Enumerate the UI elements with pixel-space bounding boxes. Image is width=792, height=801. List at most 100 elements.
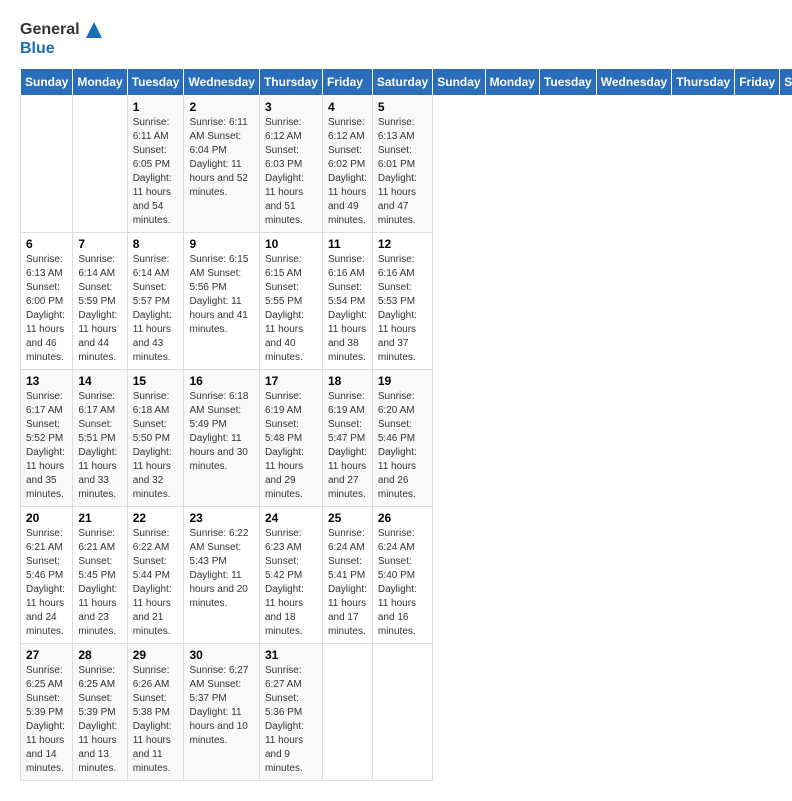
header-row: SundayMondayTuesdayWednesdayThursdayFrid… [21,68,792,95]
day-info: Sunrise: 6:25 AM Sunset: 5:39 PM Dayligh… [26,664,67,776]
day-cell: 22 Sunrise: 6:22 AM Sunset: 5:44 PM Dayli… [127,506,184,643]
day-number: 4 [328,100,367,114]
day-cell: 5 Sunrise: 6:13 AM Sunset: 6:01 PM Daylig… [372,95,432,232]
col-header-wednesday: Wednesday [184,68,259,95]
logo-general: General [20,20,104,40]
day-info: Sunrise: 6:11 AM Sunset: 6:05 PM Dayligh… [133,116,179,228]
day-number: 19 [378,374,427,388]
day-number: 28 [78,648,121,662]
day-number: 13 [26,374,67,388]
col-header-saturday: Saturday [372,68,432,95]
day-number: 23 [189,511,253,525]
col-header-monday: Monday [73,68,127,95]
day-info: Sunrise: 6:20 AM Sunset: 5:46 PM Dayligh… [378,390,427,502]
day-cell [21,95,73,232]
col-header-sunday: Sunday [21,68,73,95]
col-header-thursday: Thursday [259,68,322,95]
day-cell: 18 Sunrise: 6:19 AM Sunset: 5:47 PM Dayli… [322,369,372,506]
day-cell: 6 Sunrise: 6:13 AM Sunset: 6:00 PM Daylig… [21,232,73,369]
day-info: Sunrise: 6:24 AM Sunset: 5:41 PM Dayligh… [328,527,367,639]
day-cell [73,95,127,232]
day-cell: 9 Sunrise: 6:15 AM Sunset: 5:56 PM Daylig… [184,232,259,369]
day-number: 29 [133,648,179,662]
col-header-tuesday: Tuesday [127,68,184,95]
day-info: Sunrise: 6:13 AM Sunset: 6:00 PM Dayligh… [26,253,67,365]
day-number: 27 [26,648,67,662]
day-cell: 31Sunrise: 6:27 AM Sunset: 5:36 PM Dayli… [259,643,322,780]
day-number: 18 [328,374,367,388]
col-header-saturday: Saturday [780,68,792,95]
day-cell: 19 Sunrise: 6:20 AM Sunset: 5:46 PM Dayli… [372,369,432,506]
day-number: 1 [133,100,179,114]
day-cell: 7 Sunrise: 6:14 AM Sunset: 5:59 PM Daylig… [73,232,127,369]
day-number: 7 [78,237,121,251]
col-header-sunday: Sunday [433,68,485,95]
day-info: Sunrise: 6:11 AM Sunset: 6:04 PM Dayligh… [189,116,253,200]
day-info: Sunrise: 6:16 AM Sunset: 5:54 PM Dayligh… [328,253,367,365]
day-cell: 2 Sunrise: 6:11 AM Sunset: 6:04 PM Daylig… [184,95,259,232]
day-info: Sunrise: 6:17 AM Sunset: 5:51 PM Dayligh… [78,390,121,502]
day-number: 16 [189,374,253,388]
day-number: 11 [328,237,367,251]
day-cell: 28Sunrise: 6:25 AM Sunset: 5:39 PM Dayli… [73,643,127,780]
day-cell: 20 Sunrise: 6:21 AM Sunset: 5:46 PM Dayli… [21,506,73,643]
day-info: Sunrise: 6:21 AM Sunset: 5:45 PM Dayligh… [78,527,121,639]
day-cell: 24Sunrise: 6:23 AM Sunset: 5:42 PM Dayli… [259,506,322,643]
day-cell: 29 Sunrise: 6:26 AM Sunset: 5:38 PM Dayli… [127,643,184,780]
col-header-friday: Friday [735,68,780,95]
day-info: Sunrise: 6:14 AM Sunset: 5:59 PM Dayligh… [78,253,121,365]
week-row-1: 1 Sunrise: 6:11 AM Sunset: 6:05 PM Daylig… [21,95,792,232]
day-cell: 1 Sunrise: 6:11 AM Sunset: 6:05 PM Daylig… [127,95,184,232]
day-cell: 13Sunrise: 6:17 AM Sunset: 5:52 PM Dayli… [21,369,73,506]
day-number: 20 [26,511,67,525]
day-number: 14 [78,374,121,388]
day-number: 9 [189,237,253,251]
day-info: Sunrise: 6:19 AM Sunset: 5:47 PM Dayligh… [328,390,367,502]
week-row-3: 13Sunrise: 6:17 AM Sunset: 5:52 PM Dayli… [21,369,792,506]
day-cell [372,643,432,780]
day-info: Sunrise: 6:13 AM Sunset: 6:01 PM Dayligh… [378,116,427,228]
day-cell: 14 Sunrise: 6:17 AM Sunset: 5:51 PM Dayli… [73,369,127,506]
col-header-tuesday: Tuesday [539,68,596,95]
day-number: 5 [378,100,427,114]
day-number: 26 [378,511,427,525]
day-info: Sunrise: 6:22 AM Sunset: 5:43 PM Dayligh… [189,527,253,611]
day-number: 6 [26,237,67,251]
day-info: Sunrise: 6:14 AM Sunset: 5:57 PM Dayligh… [133,253,179,365]
day-info: Sunrise: 6:16 AM Sunset: 5:53 PM Dayligh… [378,253,427,365]
day-info: Sunrise: 6:22 AM Sunset: 5:44 PM Dayligh… [133,527,179,639]
day-cell: 23 Sunrise: 6:22 AM Sunset: 5:43 PM Dayli… [184,506,259,643]
week-row-2: 6 Sunrise: 6:13 AM Sunset: 6:00 PM Daylig… [21,232,792,369]
day-cell: 21Sunrise: 6:21 AM Sunset: 5:45 PM Dayli… [73,506,127,643]
day-number: 17 [265,374,317,388]
day-cell: 30 Sunrise: 6:27 AM Sunset: 5:37 PM Dayli… [184,643,259,780]
day-cell: 17 Sunrise: 6:19 AM Sunset: 5:48 PM Dayli… [259,369,322,506]
day-number: 12 [378,237,427,251]
day-info: Sunrise: 6:23 AM Sunset: 5:42 PM Dayligh… [265,527,317,639]
day-number: 2 [189,100,253,114]
day-info: Sunrise: 6:24 AM Sunset: 5:40 PM Dayligh… [378,527,427,639]
day-cell: 12 Sunrise: 6:16 AM Sunset: 5:53 PM Dayli… [372,232,432,369]
day-info: Sunrise: 6:18 AM Sunset: 5:49 PM Dayligh… [189,390,253,474]
day-cell: 25 Sunrise: 6:24 AM Sunset: 5:41 PM Dayli… [322,506,372,643]
day-info: Sunrise: 6:18 AM Sunset: 5:50 PM Dayligh… [133,390,179,502]
day-info: Sunrise: 6:12 AM Sunset: 6:02 PM Dayligh… [328,116,367,228]
day-info: Sunrise: 6:15 AM Sunset: 5:56 PM Dayligh… [189,253,253,337]
day-cell: 10Sunrise: 6:15 AM Sunset: 5:55 PM Dayli… [259,232,322,369]
day-info: Sunrise: 6:21 AM Sunset: 5:46 PM Dayligh… [26,527,67,639]
day-number: 10 [265,237,317,251]
day-cell: 11 Sunrise: 6:16 AM Sunset: 5:54 PM Dayli… [322,232,372,369]
day-number: 25 [328,511,367,525]
day-number: 22 [133,511,179,525]
day-cell [322,643,372,780]
day-info: Sunrise: 6:26 AM Sunset: 5:38 PM Dayligh… [133,664,179,776]
day-info: Sunrise: 6:19 AM Sunset: 5:48 PM Dayligh… [265,390,317,502]
day-cell: 15Sunrise: 6:18 AM Sunset: 5:50 PM Dayli… [127,369,184,506]
day-cell: 16 Sunrise: 6:18 AM Sunset: 5:49 PM Dayli… [184,369,259,506]
day-number: 8 [133,237,179,251]
calendar-table: SundayMondayTuesdayWednesdayThursdayFrid… [20,68,792,781]
day-number: 30 [189,648,253,662]
day-info: Sunrise: 6:27 AM Sunset: 5:37 PM Dayligh… [189,664,253,748]
day-number: 3 [265,100,317,114]
col-header-friday: Friday [322,68,372,95]
